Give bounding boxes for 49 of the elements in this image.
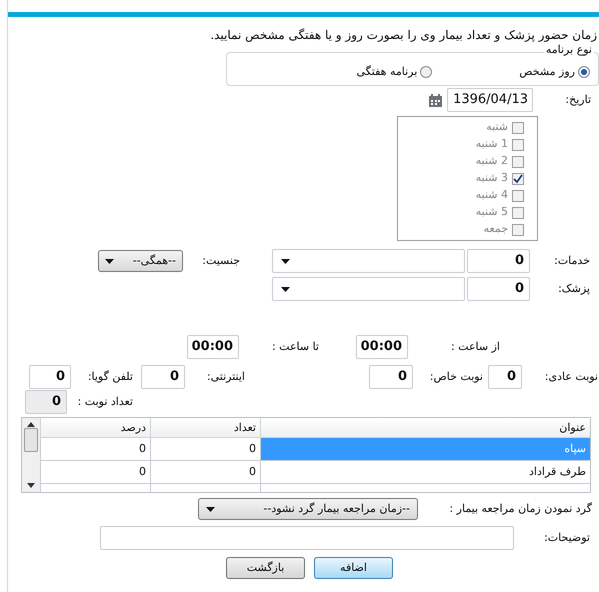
- field-label: جنسیت:: [201, 252, 240, 269]
- field-label: گرد نمودن زمان مراجعه بیمار :: [448, 500, 592, 517]
- scroll-thumb[interactable]: [24, 428, 38, 452]
- number-field[interactable]: 00:00: [187, 335, 239, 359]
- caret-icon: [206, 506, 215, 512]
- up-arrow-icon[interactable]: [27, 422, 35, 427]
- calendar-icon[interactable]: [428, 92, 443, 108]
- radio-option[interactable]: روز مشخص: [519, 64, 590, 80]
- day-checkbox[interactable]: 4 شنبه: [398, 187, 524, 204]
- field-label: تاریخ:: [564, 92, 591, 108]
- down-arrow-icon[interactable]: [27, 483, 35, 488]
- instruction-text: زمان حضور پزشک و تعداد بیمار وی را بصورت روز و یا هفتگی مشخص نمایید.: [209, 27, 598, 44]
- caret-icon: [105, 258, 114, 264]
- scrollbar[interactable]: [22, 418, 40, 492]
- group-legend: نوع برنامه: [544, 42, 594, 58]
- number-field[interactable]: 0: [369, 365, 413, 389]
- day-checkbox[interactable]: 5 شنبه: [398, 204, 524, 221]
- field-label: تعداد نوبت :: [76, 394, 133, 410]
- field-label: تلفن گویا:: [86, 368, 133, 385]
- caret-icon: [281, 286, 290, 292]
- table-cell: سپاه: [260, 438, 590, 460]
- number-field[interactable]: 0: [467, 277, 530, 301]
- field-label: اینترنتی:: [206, 368, 245, 385]
- radio-option[interactable]: برنامه هفتگی: [356, 64, 432, 80]
- field-label: از ساعت :: [450, 338, 500, 355]
- number-field[interactable]: 0: [488, 365, 522, 389]
- day-checkbox[interactable]: 1 شنبه: [398, 136, 524, 153]
- number-field[interactable]: 00:00: [356, 335, 408, 359]
- field-label: تا ساعت :: [270, 338, 319, 355]
- number-field[interactable]: 0: [29, 365, 71, 389]
- day-checkbox[interactable]: شنبه: [398, 119, 524, 136]
- field-label: خدمات:: [553, 252, 590, 269]
- notes-field[interactable]: [100, 526, 514, 550]
- field-label: توضیحات:: [543, 530, 590, 546]
- number-field[interactable]: 0: [467, 249, 530, 273]
- form-button[interactable]: بازگشت: [226, 557, 305, 579]
- field-label: نوبت خاص:: [428, 368, 483, 385]
- gender-dropdown[interactable]: --همگی--: [98, 250, 183, 272]
- day-checkbox[interactable]: 3 شنبه: [398, 170, 524, 187]
- caret-icon: [281, 258, 290, 264]
- day-checkbox[interactable]: جمعه: [398, 221, 524, 238]
- checkmark-icon: [513, 174, 523, 184]
- rounding-dropdown[interactable]: --زمان مراجعه بیمار گرد نشود--: [198, 498, 418, 520]
- field-label: پزشک:: [557, 280, 590, 297]
- field-label: نوبت عادی:: [544, 368, 598, 385]
- date-field[interactable]: 1396/04/13: [447, 88, 533, 112]
- form-button[interactable]: اضافه: [314, 557, 393, 579]
- day-checkbox[interactable]: 2 شنبه: [398, 153, 524, 170]
- number-field[interactable]: 0: [141, 365, 185, 389]
